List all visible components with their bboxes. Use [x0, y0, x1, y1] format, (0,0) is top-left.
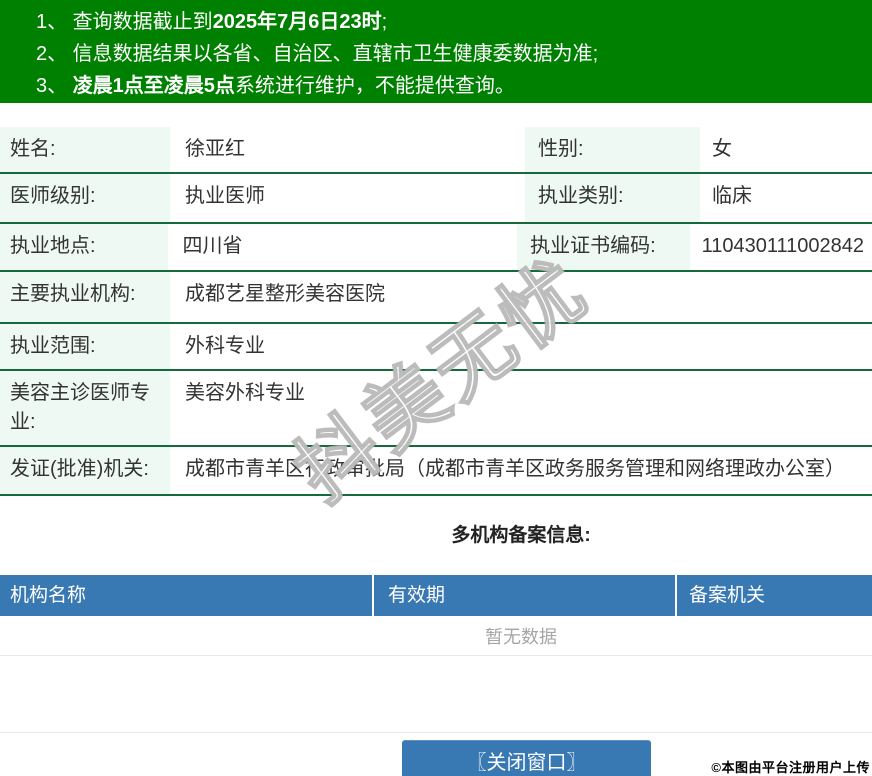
practice-category-value: 临床: [712, 185, 752, 207]
validity-period-column-header: 有效期: [374, 575, 677, 616]
notice-banner: 1、 查询数据截止到2025年7月6日23时; 2、 信息数据结果以各省、自治区…: [0, 0, 872, 103]
no-data-placeholder: 暂无数据: [0, 616, 872, 656]
institution-name-column-header: 机构名称: [0, 575, 374, 616]
main-institution-value: 成都艺星整形美容医院: [185, 283, 385, 305]
notice-line-1: 1、 查询数据截止到2025年7月6日23时;: [36, 11, 388, 33]
empty-table-row: [0, 656, 872, 733]
gender-value: 女: [712, 138, 732, 160]
issuing-authority-value: 成都市青羊区行政审批局（成都市青羊区政务服务管理和网络理政办公室）: [185, 458, 845, 480]
gender-label: 性别:: [525, 127, 700, 172]
info-row-main-institution: 主要执业机构: 成都艺星整形美容医院: [0, 272, 872, 324]
info-row-cosmetic-specialty: 美容主诊医师专业: 美容外科专业: [0, 371, 872, 447]
info-row-practice-scope: 执业范围: 外科专业: [0, 324, 872, 371]
doctor-level-label: 医师级别:: [0, 174, 170, 222]
filing-authority-column-header: 备案机关: [689, 585, 766, 606]
name-value: 徐亚红: [185, 138, 245, 160]
notice-line-3: 3、 凌晨1点至凌晨5点系统进行维护，不能提供查询。: [36, 75, 515, 97]
notice-line-2: 2、 信息数据结果以各省、自治区、直辖市卫生健康委数据为准;: [36, 43, 599, 65]
issuing-authority-label: 发证(批准)机关:: [0, 447, 170, 494]
doctor-license-query-result-page: 1、 查询数据截止到2025年7月6日23时; 2、 信息数据结果以各省、自治区…: [0, 0, 872, 776]
info-row-issuing-authority: 发证(批准)机关: 成都市青羊区行政审批局（成都市青羊区政务服务管理和网络理政办…: [0, 447, 872, 496]
doctor-info-table: 姓名: 徐亚红 性别: 女 医师级别: 执业医师 执业类别: 临床 执业地点: …: [0, 127, 872, 496]
doctor-level-value: 执业医师: [185, 185, 265, 207]
practice-scope-label: 执业范围:: [0, 324, 170, 369]
info-row-name-gender: 姓名: 徐亚红 性别: 女: [0, 127, 872, 174]
cosmetic-specialty-value: 美容外科专业: [185, 382, 305, 404]
certificate-number-label: 执业证书编码:: [517, 224, 690, 270]
close-window-button[interactable]: 〖关闭窗口〗: [402, 740, 651, 776]
practice-location-value: 四川省: [182, 235, 243, 257]
certificate-number-value: 110430111002842: [701, 235, 864, 257]
info-row-location-certno: 执业地点: 四川省 执业证书编码: 110430111002842: [0, 224, 872, 272]
practice-category-label: 执业类别:: [525, 174, 700, 222]
cosmetic-specialty-label: 美容主诊医师专业:: [0, 371, 170, 445]
filing-table: 机构名称 有效期 备案机关 暂无数据: [0, 575, 872, 733]
practice-scope-value: 外科专业: [185, 335, 265, 357]
filing-table-header: 机构名称 有效期 备案机关: [0, 575, 872, 616]
name-label: 姓名:: [0, 127, 170, 172]
main-institution-label: 主要执业机构:: [0, 272, 170, 322]
practice-location-label: 执业地点:: [0, 224, 168, 270]
info-row-level-category: 医师级别: 执业医师 执业类别: 临床: [0, 174, 872, 224]
uploader-attribution-text: ©本图由平台注册用户上传: [711, 760, 870, 775]
multi-institution-section-title: 多机构备案信息:: [451, 525, 591, 546]
